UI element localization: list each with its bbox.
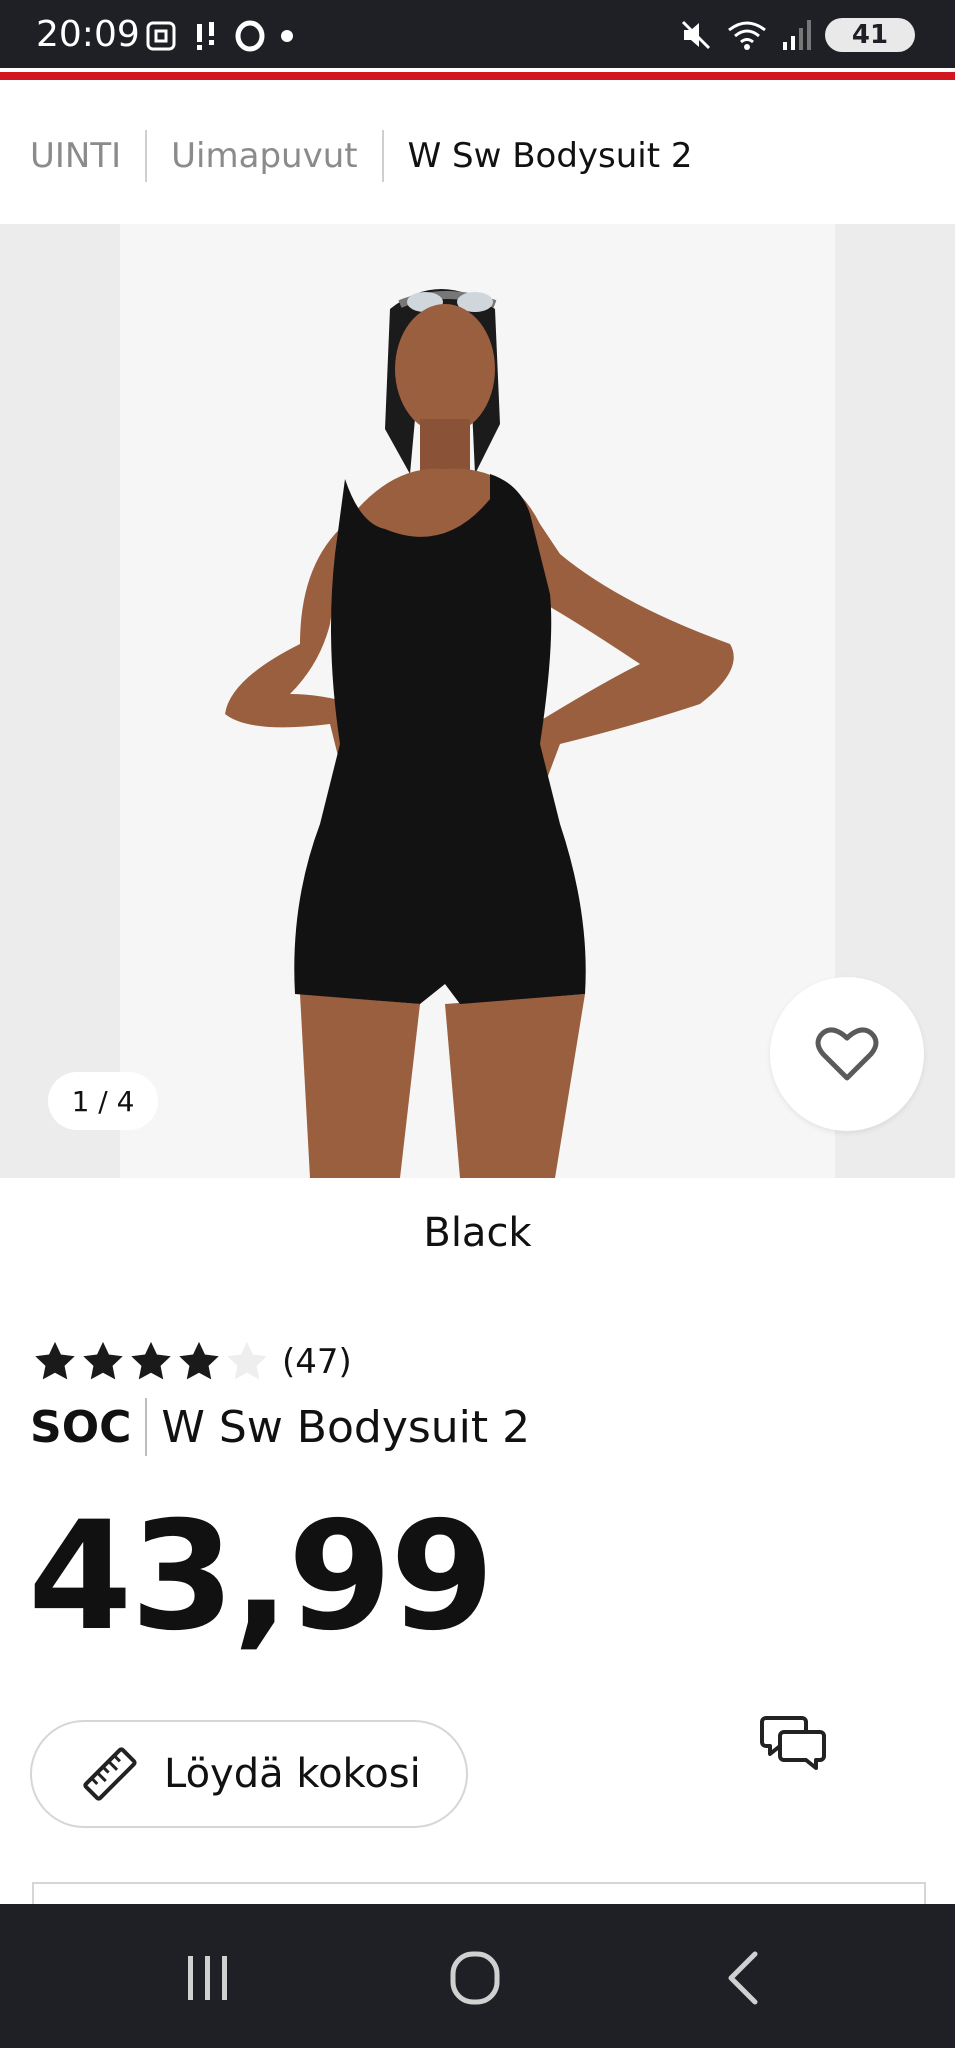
opera-icon xyxy=(235,20,265,52)
star-filled-icon xyxy=(179,1341,219,1380)
favorite-button[interactable] xyxy=(770,977,924,1131)
breadcrumb-current: W Sw Bodysuit 2 xyxy=(407,136,693,176)
star-filled-icon xyxy=(35,1341,75,1380)
ruler-icon xyxy=(83,1747,137,1801)
star-empty-icon xyxy=(227,1341,267,1380)
star-filled-icon xyxy=(131,1341,171,1380)
signal-icon xyxy=(783,20,811,50)
dot-icon xyxy=(281,30,293,42)
breadcrumb-divider xyxy=(145,130,148,182)
accent-bar xyxy=(0,72,955,80)
notification-icon xyxy=(197,22,214,50)
recents-icon[interactable] xyxy=(178,1948,238,2008)
battery-level: 41 xyxy=(851,20,889,50)
review-count: (47) xyxy=(282,1342,352,1382)
mute-icon xyxy=(681,20,711,50)
color-name: Black xyxy=(423,1210,532,1256)
product-image[interactable]: 1 / 4 xyxy=(0,224,955,1178)
wifi-icon xyxy=(728,21,766,50)
heart-icon xyxy=(815,1027,879,1081)
chat-icon xyxy=(760,1716,826,1770)
breadcrumb: UINTI Uimapuvut W Sw Bodysuit 2 xyxy=(30,130,693,182)
status-bar: 20:09 41 xyxy=(0,0,955,68)
image-counter-text: 1 / 4 xyxy=(71,1084,135,1118)
product-name: W Sw Bodysuit 2 xyxy=(161,1401,531,1453)
image-counter: 1 / 4 xyxy=(48,1072,158,1130)
back-icon[interactable] xyxy=(715,1948,775,2008)
product-title: SOC W Sw Bodysuit 2 xyxy=(30,1398,530,1456)
breadcrumb-divider xyxy=(381,130,384,182)
rating[interactable]: (47) xyxy=(32,1340,352,1384)
system-nav-bar xyxy=(0,1904,955,2048)
status-time: 20:09 xyxy=(36,14,140,55)
find-size-button[interactable]: Löydä kokosi xyxy=(30,1720,468,1828)
price: 43,99 xyxy=(28,1490,494,1664)
content-card xyxy=(32,1882,926,1904)
screenshot-icon xyxy=(146,21,176,51)
brand-name[interactable]: SOC xyxy=(30,1402,131,1453)
home-icon[interactable] xyxy=(445,1948,505,2008)
battery-icon: 41 xyxy=(825,18,915,52)
star-filled-icon xyxy=(83,1341,123,1380)
title-divider xyxy=(145,1398,148,1456)
find-size-label: Löydä kokosi xyxy=(164,1751,421,1797)
chat-button[interactable] xyxy=(760,1710,826,1776)
breadcrumb-uinti[interactable]: UINTI xyxy=(30,136,121,176)
breadcrumb-uimapuvut[interactable]: Uimapuvut xyxy=(171,136,357,176)
